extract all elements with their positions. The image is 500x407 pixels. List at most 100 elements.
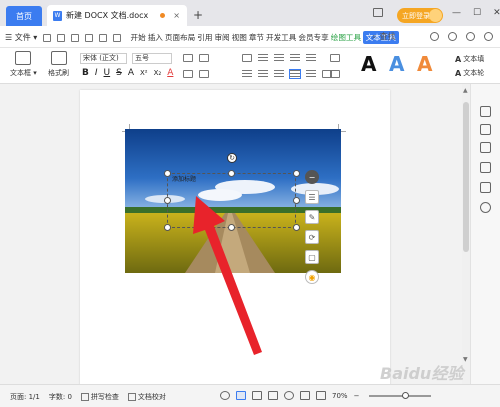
new-tab-button[interactable]: + (193, 8, 203, 22)
rotate-handle[interactable]: ↻ (227, 153, 237, 163)
distribute-icon[interactable] (306, 70, 316, 78)
page-indicator[interactable]: 页面: 1/1 (10, 392, 40, 402)
style-panel-icon[interactable] (480, 106, 491, 117)
spell-check-toggle[interactable]: 拼写检查 (80, 392, 119, 402)
collaborate-icon[interactable] (448, 32, 457, 41)
login-button[interactable]: 立即登录 (397, 8, 443, 23)
highlight-icon[interactable] (183, 70, 193, 78)
increase-font-icon[interactable] (183, 54, 193, 62)
close-window-button[interactable]: ✕ (493, 8, 500, 18)
menu-dev-tools[interactable]: 开发工具 (266, 32, 297, 44)
vertical-scrollbar[interactable]: ▲ ▼ (462, 84, 470, 384)
search-box[interactable]: ⌕ 查找 (372, 31, 395, 42)
strikethrough-button[interactable]: S (116, 68, 122, 78)
resize-handle-tl[interactable] (164, 170, 171, 177)
subscript-button[interactable]: X₂ (154, 69, 162, 77)
menu-review[interactable]: 审阅 (214, 32, 230, 44)
resize-handle-b[interactable] (228, 224, 235, 231)
resize-handle-r[interactable] (293, 197, 300, 204)
scroll-up-icon[interactable]: ▲ (463, 87, 468, 94)
undo-icon[interactable] (99, 33, 108, 42)
underline-button[interactable]: U (104, 68, 111, 78)
resize-handle-br[interactable] (293, 224, 300, 231)
align-right-icon[interactable] (274, 70, 284, 78)
page-view-icon[interactable] (236, 391, 246, 400)
pen-icon[interactable]: ✎ (305, 210, 319, 224)
shape-panel-icon[interactable] (480, 124, 491, 135)
font-size-select[interactable]: 五号 (132, 53, 172, 64)
properties-icon[interactable] (480, 162, 491, 173)
text-box-button[interactable]: 文本框 ▾ (10, 51, 37, 78)
resize-handle-t[interactable] (228, 170, 235, 177)
indent-icon[interactable] (306, 54, 316, 62)
collapse-icon[interactable]: − (305, 170, 319, 184)
menu-view[interactable]: 视图 (231, 32, 247, 44)
align-center-icon[interactable] (258, 70, 268, 78)
resize-handle-tr[interactable] (293, 170, 300, 177)
print-preview-icon[interactable] (85, 33, 94, 42)
word-count[interactable]: 字数: 0 (49, 392, 72, 402)
outline-view-icon[interactable] (252, 391, 262, 400)
print-icon[interactable] (71, 33, 80, 42)
number-list-icon[interactable] (274, 54, 284, 62)
zoom-level[interactable]: 70% (332, 392, 348, 400)
text-style-blue[interactable]: A (389, 52, 404, 76)
clear-format-icon[interactable] (242, 54, 252, 62)
zoom-slider[interactable] (369, 391, 432, 399)
border-icon[interactable] (330, 70, 340, 78)
menu-drawing-tools[interactable]: 绘图工具 (330, 32, 361, 44)
text-outline-button[interactable]: A 文本轮 (455, 68, 484, 78)
bulb-icon[interactable]: ◉ (305, 270, 319, 284)
write-mode-icon[interactable] (300, 391, 310, 400)
read-view-icon[interactable] (268, 391, 278, 400)
resize-handle-bl[interactable] (164, 224, 171, 231)
menu-sections[interactable]: 章节 (248, 32, 264, 44)
more-icon[interactable] (484, 32, 493, 41)
tab-home[interactable]: 首页 (6, 6, 42, 26)
minimize-button[interactable]: — (452, 8, 461, 18)
decrease-font-icon[interactable] (199, 54, 209, 62)
font-effect-button[interactable]: A (128, 68, 134, 78)
scroll-down-icon[interactable]: ▼ (463, 356, 468, 363)
cloud-sync-icon[interactable] (430, 32, 439, 41)
fit-page-icon[interactable] (316, 391, 326, 400)
maximize-button[interactable]: ☐ (473, 8, 481, 18)
superscript-button[interactable]: X² (140, 69, 148, 77)
text-style-black[interactable]: A (361, 52, 376, 76)
tab-document[interactable]: W 新建 DOCX 文档.docx × (47, 5, 187, 26)
sort-icon[interactable] (330, 54, 340, 62)
close-tab-icon[interactable]: × (173, 11, 180, 20)
font-color-button[interactable]: A (167, 68, 173, 78)
text-fill-button[interactable]: A 文本填 (455, 54, 484, 64)
char-color-icon[interactable] (199, 70, 209, 78)
open-folder-icon[interactable] (43, 33, 52, 42)
format-painter-button[interactable]: 格式刷 (48, 51, 69, 78)
zoom-slider-knob[interactable] (402, 391, 410, 399)
backup-icon[interactable] (480, 182, 491, 193)
bold-button[interactable]: B (82, 68, 89, 78)
eye-protect-icon[interactable] (220, 391, 230, 400)
save-icon[interactable] (57, 33, 66, 42)
menu-member[interactable]: 会员专享 (298, 32, 329, 44)
bullet-list-icon[interactable] (258, 54, 268, 62)
redo-icon[interactable] (113, 33, 122, 42)
help-icon[interactable] (480, 202, 491, 213)
menu-references[interactable]: 引用 (197, 32, 213, 44)
menu-insert[interactable]: 插入 (147, 32, 163, 44)
align-left-icon[interactable] (242, 70, 252, 78)
frame-icon[interactable]: ▢ (305, 250, 319, 264)
font-name-select[interactable]: 宋体 (正文) (80, 53, 127, 64)
select-cursor-icon[interactable] (480, 142, 491, 153)
italic-button[interactable]: I (95, 68, 98, 78)
file-menu[interactable]: ☰ 文件 ▾ (5, 32, 37, 43)
menu-start[interactable]: 开始 (130, 32, 146, 44)
window-layout-icon[interactable] (373, 8, 383, 17)
menu-page-layout[interactable]: 页面布局 (164, 32, 195, 44)
outdent-icon[interactable] (290, 54, 300, 62)
text-box-content[interactable]: 添加标题 (172, 174, 196, 183)
scroll-thumb[interactable] (463, 102, 469, 252)
zoom-out-icon[interactable]: − (354, 392, 360, 400)
doc-proof-toggle[interactable]: 文档校对 (127, 392, 166, 402)
crop-icon[interactable]: ⟳ (305, 230, 319, 244)
resize-handle-l[interactable] (164, 197, 171, 204)
